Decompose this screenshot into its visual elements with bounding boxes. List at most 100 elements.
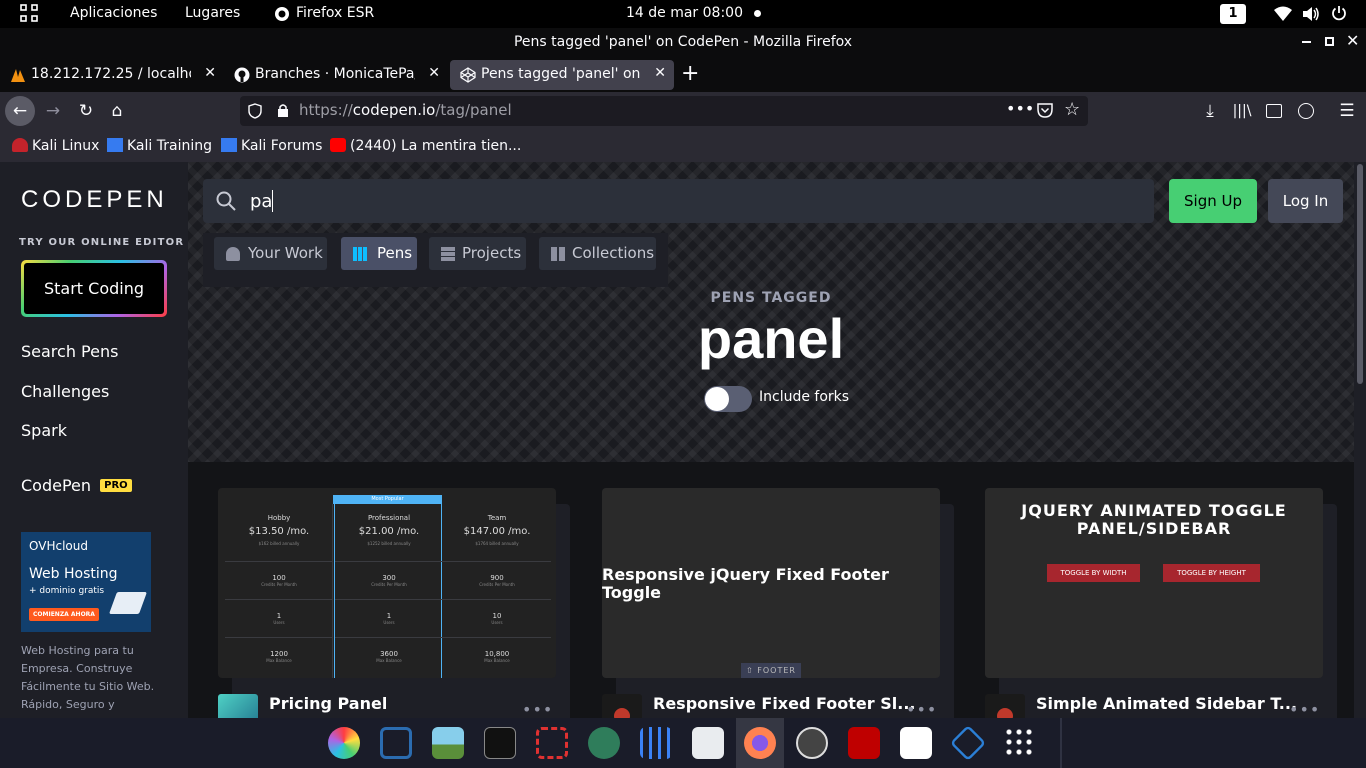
firefox-small-icon: [274, 6, 290, 22]
account-icon[interactable]: [1298, 103, 1314, 119]
pen-preview[interactable]: Most Popular Hobby $13.50 /mo. $162 bill…: [218, 488, 556, 678]
search-field[interactable]: pa: [203, 179, 1154, 223]
nav-search-pens[interactable]: Search Pens: [21, 342, 118, 361]
library-icon[interactable]: |||\: [1228, 97, 1256, 125]
new-tab-button[interactable]: +: [681, 61, 699, 86]
terminal-icon[interactable]: [484, 727, 516, 759]
kali-dragon-icon[interactable]: [588, 727, 620, 759]
wifi-icon[interactable]: [1274, 6, 1292, 26]
more-options-icon[interactable]: •••: [906, 700, 937, 718]
include-forks-toggle[interactable]: [704, 386, 752, 412]
lock-icon[interactable]: [277, 103, 289, 122]
kali-menu-icon[interactable]: [328, 727, 360, 759]
credits-label: Credits Per Month: [479, 582, 515, 587]
tab-projects[interactable]: Projects: [429, 237, 526, 270]
logo-text: CODEPEN: [21, 186, 168, 213]
workspace-indicator[interactable]: 1: [1220, 4, 1246, 24]
back-button[interactable]: ←: [5, 96, 35, 126]
obs-icon[interactable]: [796, 727, 828, 759]
forward-button[interactable]: →: [39, 97, 67, 125]
applications-menu[interactable]: Aplicaciones: [70, 5, 157, 21]
power-icon[interactable]: [1331, 5, 1347, 25]
reload-button[interactable]: ↻: [72, 97, 100, 125]
tab-close-icon[interactable]: ✕: [654, 65, 666, 81]
preview-heading: Responsive jQuery Fixed Footer Toggle: [602, 565, 889, 602]
author-avatar[interactable]: [985, 694, 1025, 718]
tab-collections[interactable]: Collections: [539, 237, 656, 270]
page-scrollbar[interactable]: [1354, 162, 1366, 718]
log-in-button[interactable]: Log In: [1268, 179, 1343, 223]
minimize-button[interactable]: [1302, 41, 1311, 43]
author-avatar[interactable]: [218, 694, 258, 718]
clock[interactable]: 14 de mar 08:00: [626, 5, 743, 21]
bookmark-star-icon[interactable]: ☆: [1064, 99, 1080, 120]
pen-title[interactable]: Pricing Panel: [269, 694, 387, 713]
settings-sliders-icon[interactable]: [640, 727, 672, 759]
tab-codepen[interactable]: Pens tagged 'panel' on Co ✕: [450, 60, 674, 90]
tab-your-work[interactable]: Your Work: [214, 237, 327, 270]
metasploit-icon[interactable]: [380, 727, 412, 759]
url-text[interactable]: https://codepen.io/tag/panel: [299, 101, 512, 119]
home-button[interactable]: ⌂: [103, 97, 131, 125]
nav-codepen-pro[interactable]: CodePen PRO: [21, 476, 132, 495]
pen-preview[interactable]: JQUERY ANIMATED TOGGLE PANEL/SIDEBAR TOG…: [985, 488, 1323, 678]
bookmark-kali-forums[interactable]: Kali Forums: [221, 138, 322, 154]
sign-up-button[interactable]: Sign Up: [1169, 179, 1257, 223]
tab-pens[interactable]: Pens: [341, 237, 417, 270]
pocket-icon[interactable]: [1037, 103, 1053, 122]
pen-title[interactable]: Simple Animated Sidebar T...: [1036, 694, 1297, 713]
plan-balance: 3600 Max Balance: [335, 638, 443, 676]
url-bar[interactable]: https://codepen.io/tag/panel ••• ☆: [240, 96, 1088, 126]
more-options-icon[interactable]: •••: [1289, 700, 1320, 718]
tab-close-icon[interactable]: ✕: [428, 65, 440, 81]
author-avatar[interactable]: [602, 694, 642, 718]
collections-icon: [551, 247, 565, 261]
window-titlebar[interactable]: Pens tagged 'panel' on CodePen - Mozilla…: [0, 28, 1366, 58]
app-grid-icon[interactable]: [20, 4, 38, 22]
start-coding-button[interactable]: Start Coding: [21, 260, 167, 317]
codepen-sidebar: CODEPEN TRY OUR ONLINE EDITOR Start Codi…: [0, 162, 188, 718]
hero-tag-title: panel: [697, 307, 845, 370]
text-editor-icon[interactable]: [900, 727, 932, 759]
files-icon[interactable]: [692, 727, 724, 759]
volume-icon[interactable]: [1302, 6, 1320, 26]
bookmark-youtube[interactable]: (2440) La mentira tien...: [330, 138, 521, 154]
bookmark-kali-linux[interactable]: Kali Linux: [12, 138, 99, 154]
tab-close-icon[interactable]: ✕: [204, 65, 216, 81]
show-apps-icon[interactable]: [1004, 727, 1036, 759]
pen-title[interactable]: Responsive Fixed Footer Sl...: [653, 694, 915, 713]
url-host: codepen.io: [352, 101, 436, 119]
close-window-button[interactable]: ✕: [1346, 31, 1359, 50]
burp-icon[interactable]: [536, 727, 568, 759]
more-options-icon[interactable]: •••: [522, 700, 553, 718]
most-popular-banner: Most Popular: [333, 495, 442, 504]
maximize-button[interactable]: [1325, 37, 1334, 46]
scrollbar-thumb[interactable]: [1357, 164, 1363, 384]
toggle-height-button: TOGGLE BY HEIGHT: [1163, 564, 1260, 582]
image-viewer-icon[interactable]: [432, 727, 464, 759]
shield-icon[interactable]: [248, 103, 262, 123]
codepen-logo[interactable]: CODEPEN: [21, 186, 166, 216]
ovh-ad-banner[interactable]: OVHcloud Web Hosting + dominio gratis CO…: [21, 532, 151, 632]
tab-label: Projects: [462, 244, 522, 262]
filezilla-icon[interactable]: [848, 727, 880, 759]
balance-label: Max Balance: [266, 658, 292, 663]
sidebar-toggle-icon[interactable]: [1266, 104, 1282, 118]
active-app-label[interactable]: Firefox ESR: [296, 5, 374, 21]
tab-localhost[interactable]: 18.212.172.25 / localhost ✕: [0, 60, 224, 90]
bomb-avatar-icon: [997, 708, 1013, 718]
bookmark-kali-training[interactable]: Kali Training: [107, 138, 212, 154]
menu-icon[interactable]: ☰: [1333, 97, 1361, 125]
pen-preview[interactable]: Responsive jQuery Fixed Footer Toggle ⇧ …: [602, 488, 940, 678]
vscode-icon[interactable]: [949, 724, 987, 762]
downloads-icon[interactable]: ⤓: [1196, 97, 1224, 125]
kali-forums-icon: [221, 138, 237, 152]
url-prefix: https://: [299, 101, 353, 119]
page-actions-icon[interactable]: •••: [1006, 99, 1034, 118]
nav-challenges[interactable]: Challenges: [21, 382, 109, 401]
nav-spark[interactable]: Spark: [21, 421, 67, 440]
places-menu[interactable]: Lugares: [185, 5, 240, 21]
users-label: Users: [491, 620, 503, 625]
tab-github-branches[interactable]: Branches · MonicaTePa/F ✕: [224, 60, 448, 90]
search-input[interactable]: pa: [250, 191, 272, 212]
